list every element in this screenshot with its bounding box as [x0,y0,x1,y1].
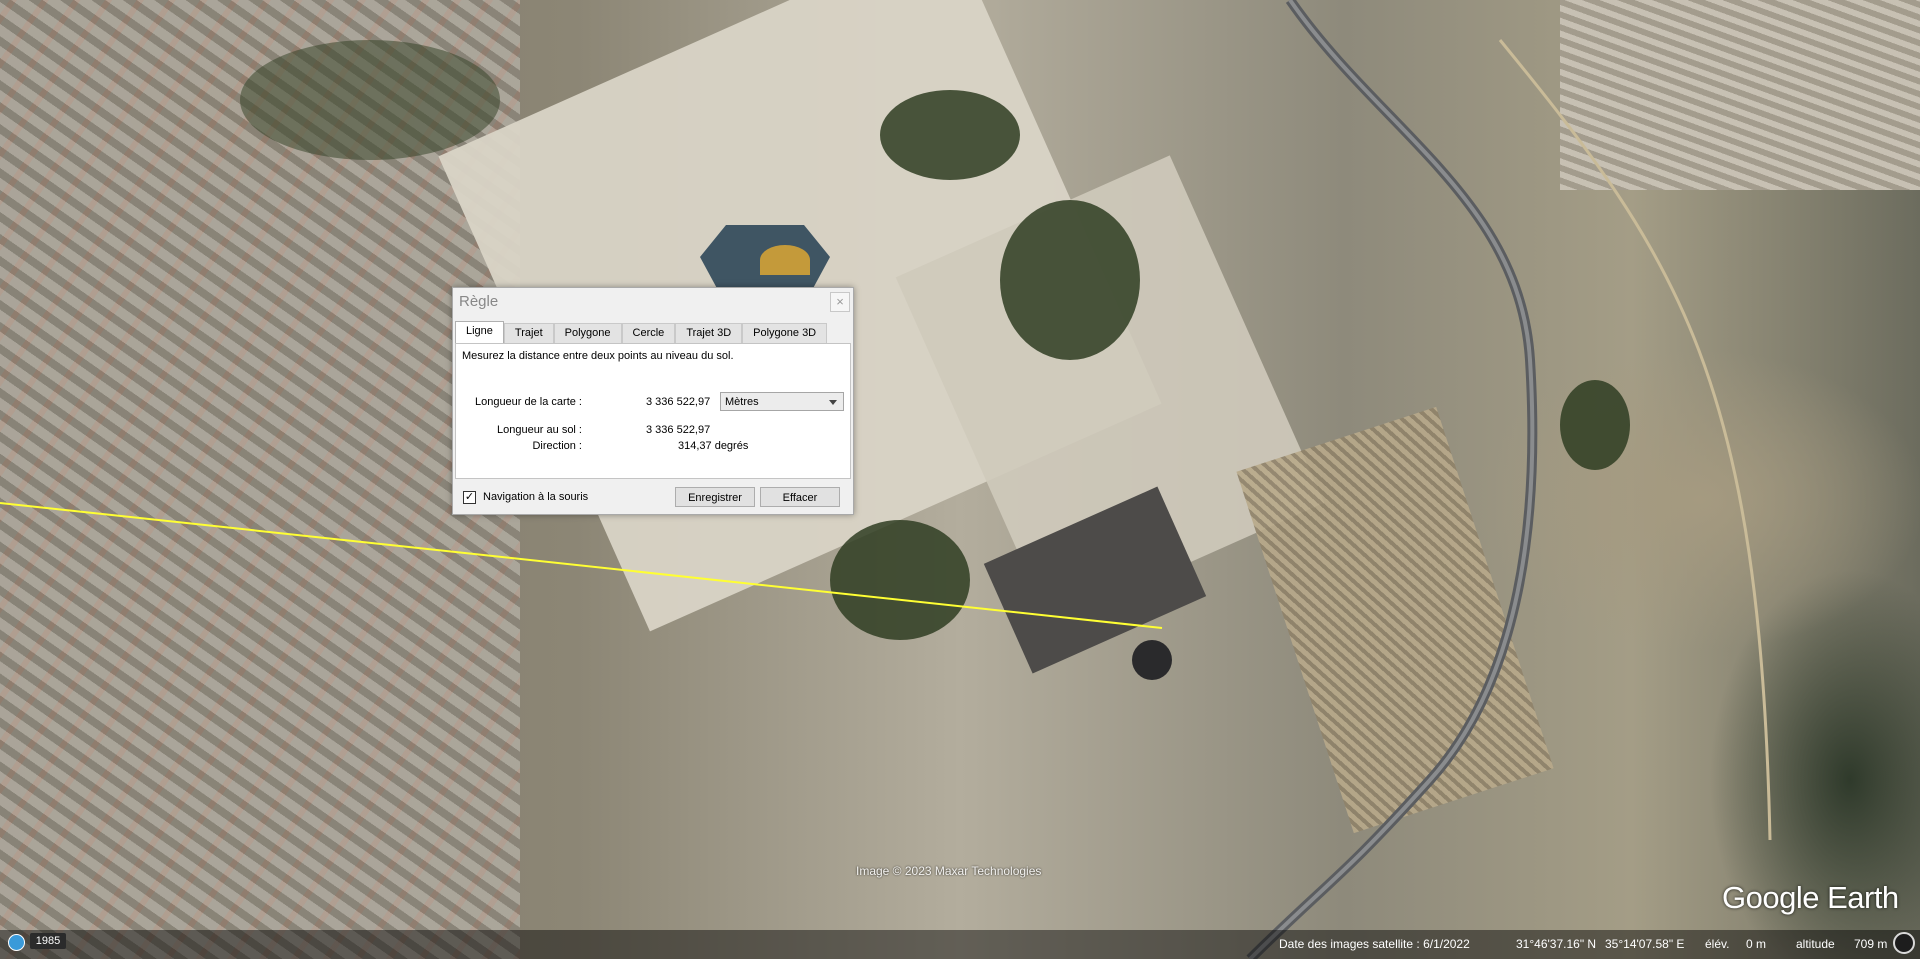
close-icon[interactable]: × [830,292,850,312]
mouse-navigation-checkbox[interactable]: ✓ [463,491,476,504]
mouse-navigation-label: Navigation à la souris [483,491,589,503]
altitude-label: altitude [1796,937,1835,951]
ruler-tabs: Ligne Trajet Polygone Cercle Trajet 3D P… [455,321,828,343]
ruler-description: Mesurez la distance entre deux points au… [462,350,734,362]
tab-cercle[interactable]: Cercle [621,323,676,343]
compass-icon[interactable] [1893,932,1915,954]
direction-label: Direction : [532,440,582,452]
measure-line [0,502,1163,629]
tab-trajet-3d[interactable]: Trajet 3D [675,323,743,343]
map-length-value: 3 336 522,97 [646,396,711,408]
elevation-value: 0 m [1746,937,1767,951]
tab-trajet[interactable]: Trajet [503,323,554,343]
altitude-value: 709 m [1854,937,1888,951]
longitude: 35°14'07.58" E [1605,937,1685,951]
ground-length-label: Longueur au sol : [496,424,582,436]
clear-button[interactable]: Effacer [760,487,840,507]
satellite-map[interactable] [0,0,1920,959]
dialog-title: Règle [459,293,499,310]
unit-select[interactable]: Mètres [720,392,844,411]
ruler-dialog: Règle × Ligne Trajet Polygone Cercle Tra… [452,287,854,515]
direction-value: 314,37 degrés [678,440,749,452]
unit-select-value: Mètres [725,396,759,408]
latitude: 31°46'37.16" N [1516,937,1597,951]
chevron-down-icon [829,400,837,405]
tab-ligne[interactable]: Ligne [455,321,504,343]
imagery-date: Date des images satellite : 6/1/2022 [1279,937,1470,951]
imagery-credit: Image © 2023 Maxar Technologies [856,864,1042,878]
google-earth-logo: Google Earth [1722,880,1899,915]
save-button[interactable]: Enregistrer [675,487,755,507]
historical-imagery-icon[interactable] [8,934,25,951]
ligne-panel: Mesurez la distance entre deux points au… [455,343,851,479]
road-layer [0,0,1772,959]
map-length-label: Longueur de la carte : [474,396,582,408]
ground-length-value: 3 336 522,97 [646,424,711,436]
year-badge[interactable]: 1985 [30,933,66,949]
tab-polygone[interactable]: Polygone [553,323,622,343]
tab-polygone-3d[interactable]: Polygone 3D [742,323,828,343]
elevation-label: élév. [1705,937,1730,951]
